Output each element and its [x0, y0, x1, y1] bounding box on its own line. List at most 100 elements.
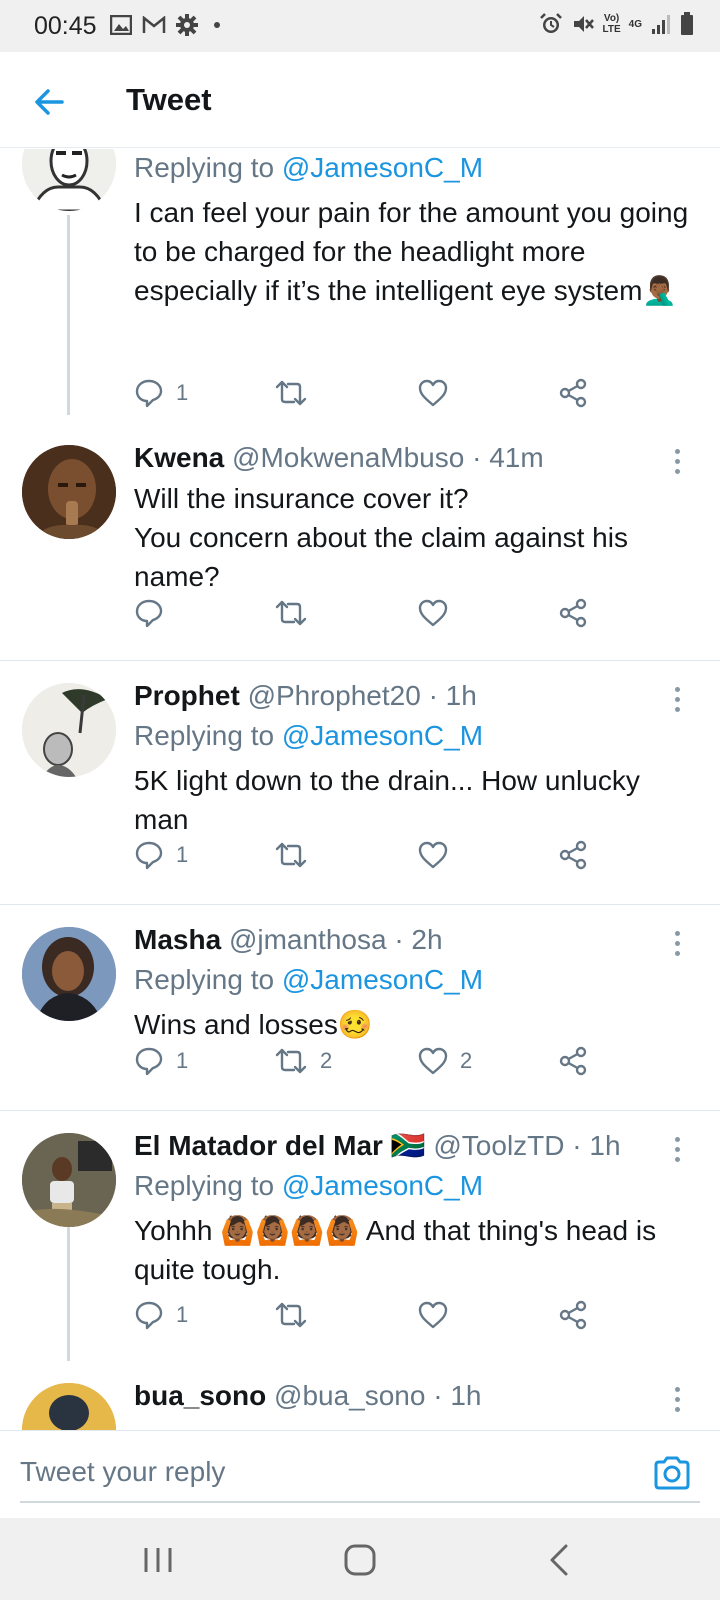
tweet-text: I can feel your pain for the amount you … [134, 197, 689, 306]
thread-connector-line [67, 1227, 70, 1361]
tweet-timestamp: · 1h [428, 680, 477, 711]
share-button[interactable] [558, 835, 588, 875]
signal-icon [652, 15, 670, 34]
tweet-timestamp: · 1h [572, 1130, 621, 1161]
tweet-item[interactable]: El Matador del Mar 🇿🇦 @ToolzTD · 1h Repl… [0, 1111, 720, 1361]
heart-icon [418, 1047, 448, 1075]
retweet-button[interactable] [274, 835, 320, 875]
retweet-icon [275, 600, 307, 626]
heart-icon [418, 1301, 448, 1329]
reply-count: 1 [176, 380, 189, 405]
tweet-item[interactable]: bua_sono @bua_sono · 1h [0, 1361, 720, 1430]
reply-button[interactable] [134, 593, 176, 633]
heart-icon [418, 599, 448, 627]
flag-icon: 🇿🇦 [390, 1130, 426, 1161]
home-icon[interactable] [340, 1542, 380, 1578]
like-count: 2 [460, 1048, 473, 1073]
camera-icon[interactable] [652, 1453, 692, 1493]
replying-to-handle-link[interactable]: @JamesonC_M [282, 1170, 483, 1201]
user-handle[interactable]: @jmanthosa [229, 924, 387, 955]
retweet-count: 2 [320, 1048, 333, 1073]
avatar[interactable] [22, 683, 116, 777]
replying-to: Replying to @JamesonC_M [134, 720, 484, 751]
reply-button[interactable]: 1 [134, 373, 188, 413]
display-name[interactable]: El Matador del Mar [134, 1130, 383, 1161]
user-handle[interactable]: @Phrophet20 [248, 680, 421, 711]
user-handle[interactable]: @MokwenaMbuso [232, 442, 464, 473]
alarm-icon [539, 13, 562, 33]
tweet-item[interactable]: Prophet @Phrophet20 · 1h Replying to @Ja… [0, 661, 720, 905]
reply-count: 1 [176, 1302, 189, 1327]
more-options-icon[interactable] [672, 931, 682, 956]
replying-to-handle-link[interactable]: @JamesonC_M [282, 964, 483, 995]
user-avatar-image [22, 445, 116, 539]
share-button[interactable] [558, 593, 588, 633]
reply-button[interactable]: 1 [134, 1041, 188, 1081]
display-name[interactable]: bua_sono [134, 1380, 266, 1411]
heart-icon [418, 379, 448, 407]
display-name[interactable]: Masha [134, 924, 221, 955]
gallery-icon [110, 15, 132, 35]
status-time: 00:45 [34, 12, 97, 40]
retweet-button[interactable]: 2 [274, 1041, 332, 1081]
more-options-icon[interactable] [672, 687, 682, 712]
tweet-header: Masha @jmanthosa · 2h [134, 923, 690, 957]
like-button[interactable]: 2 [418, 1041, 472, 1081]
more-options-icon[interactable] [672, 1137, 682, 1162]
avatar[interactable] [22, 1133, 116, 1227]
display-name[interactable]: Prophet [134, 680, 240, 711]
like-button[interactable] [418, 593, 460, 633]
share-button[interactable] [558, 1041, 588, 1081]
tweet-header: Kwena @MokwenaMbuso · 41m [134, 441, 690, 475]
status-bar: 00:45 Vo) LTE 4G [0, 0, 720, 52]
reply-count: 1 [176, 1048, 189, 1073]
share-icon [559, 378, 587, 408]
user-avatar-image [22, 149, 116, 211]
more-options-icon[interactable] [672, 449, 682, 474]
tweet-item[interactable]: Replying to @JamesonC_M I can feel your … [0, 149, 720, 415]
tweet-item[interactable]: Kwena @MokwenaMbuso · 41m Will the insur… [0, 415, 720, 661]
reply-icon [135, 1301, 163, 1330]
user-avatar-image [22, 927, 116, 1021]
replying-to: Replying to @JamesonC_M [134, 1170, 484, 1201]
volte-indicator: Vo) LTE [602, 13, 621, 35]
avatar[interactable] [22, 445, 116, 539]
retweet-button[interactable] [274, 373, 320, 413]
tweet-timestamp: · 1h [433, 1380, 482, 1411]
share-button[interactable] [558, 1295, 588, 1335]
reply-icon [135, 1047, 163, 1076]
share-button[interactable] [558, 373, 588, 413]
display-name[interactable]: Kwena [134, 442, 224, 473]
back-nav-icon[interactable] [540, 1542, 580, 1578]
avatar[interactable] [22, 149, 116, 211]
retweet-button[interactable] [274, 1295, 320, 1335]
user-avatar-image [22, 1133, 116, 1227]
replying-to-handle-link[interactable]: @JamesonC_M [282, 152, 483, 183]
thread-connector-line [67, 215, 70, 415]
tweet-timestamp: · 41m [472, 442, 544, 473]
share-icon [559, 1046, 587, 1076]
replying-to-handle-link[interactable]: @JamesonC_M [282, 720, 483, 751]
replying-to: Replying to @JamesonC_M [134, 152, 484, 183]
gmail-icon [142, 16, 166, 33]
reply-button[interactable]: 1 [134, 835, 188, 875]
reply-button[interactable]: 1 [134, 1295, 188, 1335]
tweet-item[interactable]: Masha @jmanthosa · 2h Replying to @James… [0, 905, 720, 1111]
avatar[interactable] [22, 1383, 116, 1430]
more-options-icon[interactable] [672, 1387, 682, 1412]
back-arrow-icon[interactable] [30, 82, 70, 122]
avatar[interactable] [22, 927, 116, 1021]
recent-apps-icon[interactable] [138, 1542, 178, 1578]
user-handle[interactable]: @ToolzTD [433, 1130, 564, 1161]
top-app-bar: Tweet [0, 52, 720, 148]
tweet-thread[interactable]: Replying to @JamesonC_M I can feel your … [0, 149, 720, 1430]
notification-dot-icon [214, 22, 220, 28]
retweet-icon [275, 842, 307, 868]
like-button[interactable] [418, 373, 460, 413]
reply-input[interactable] [20, 1443, 700, 1503]
user-handle[interactable]: @bua_sono [274, 1380, 425, 1411]
retweet-button[interactable] [274, 593, 320, 633]
share-icon [559, 1300, 587, 1330]
like-button[interactable] [418, 1295, 460, 1335]
like-button[interactable] [418, 835, 460, 875]
